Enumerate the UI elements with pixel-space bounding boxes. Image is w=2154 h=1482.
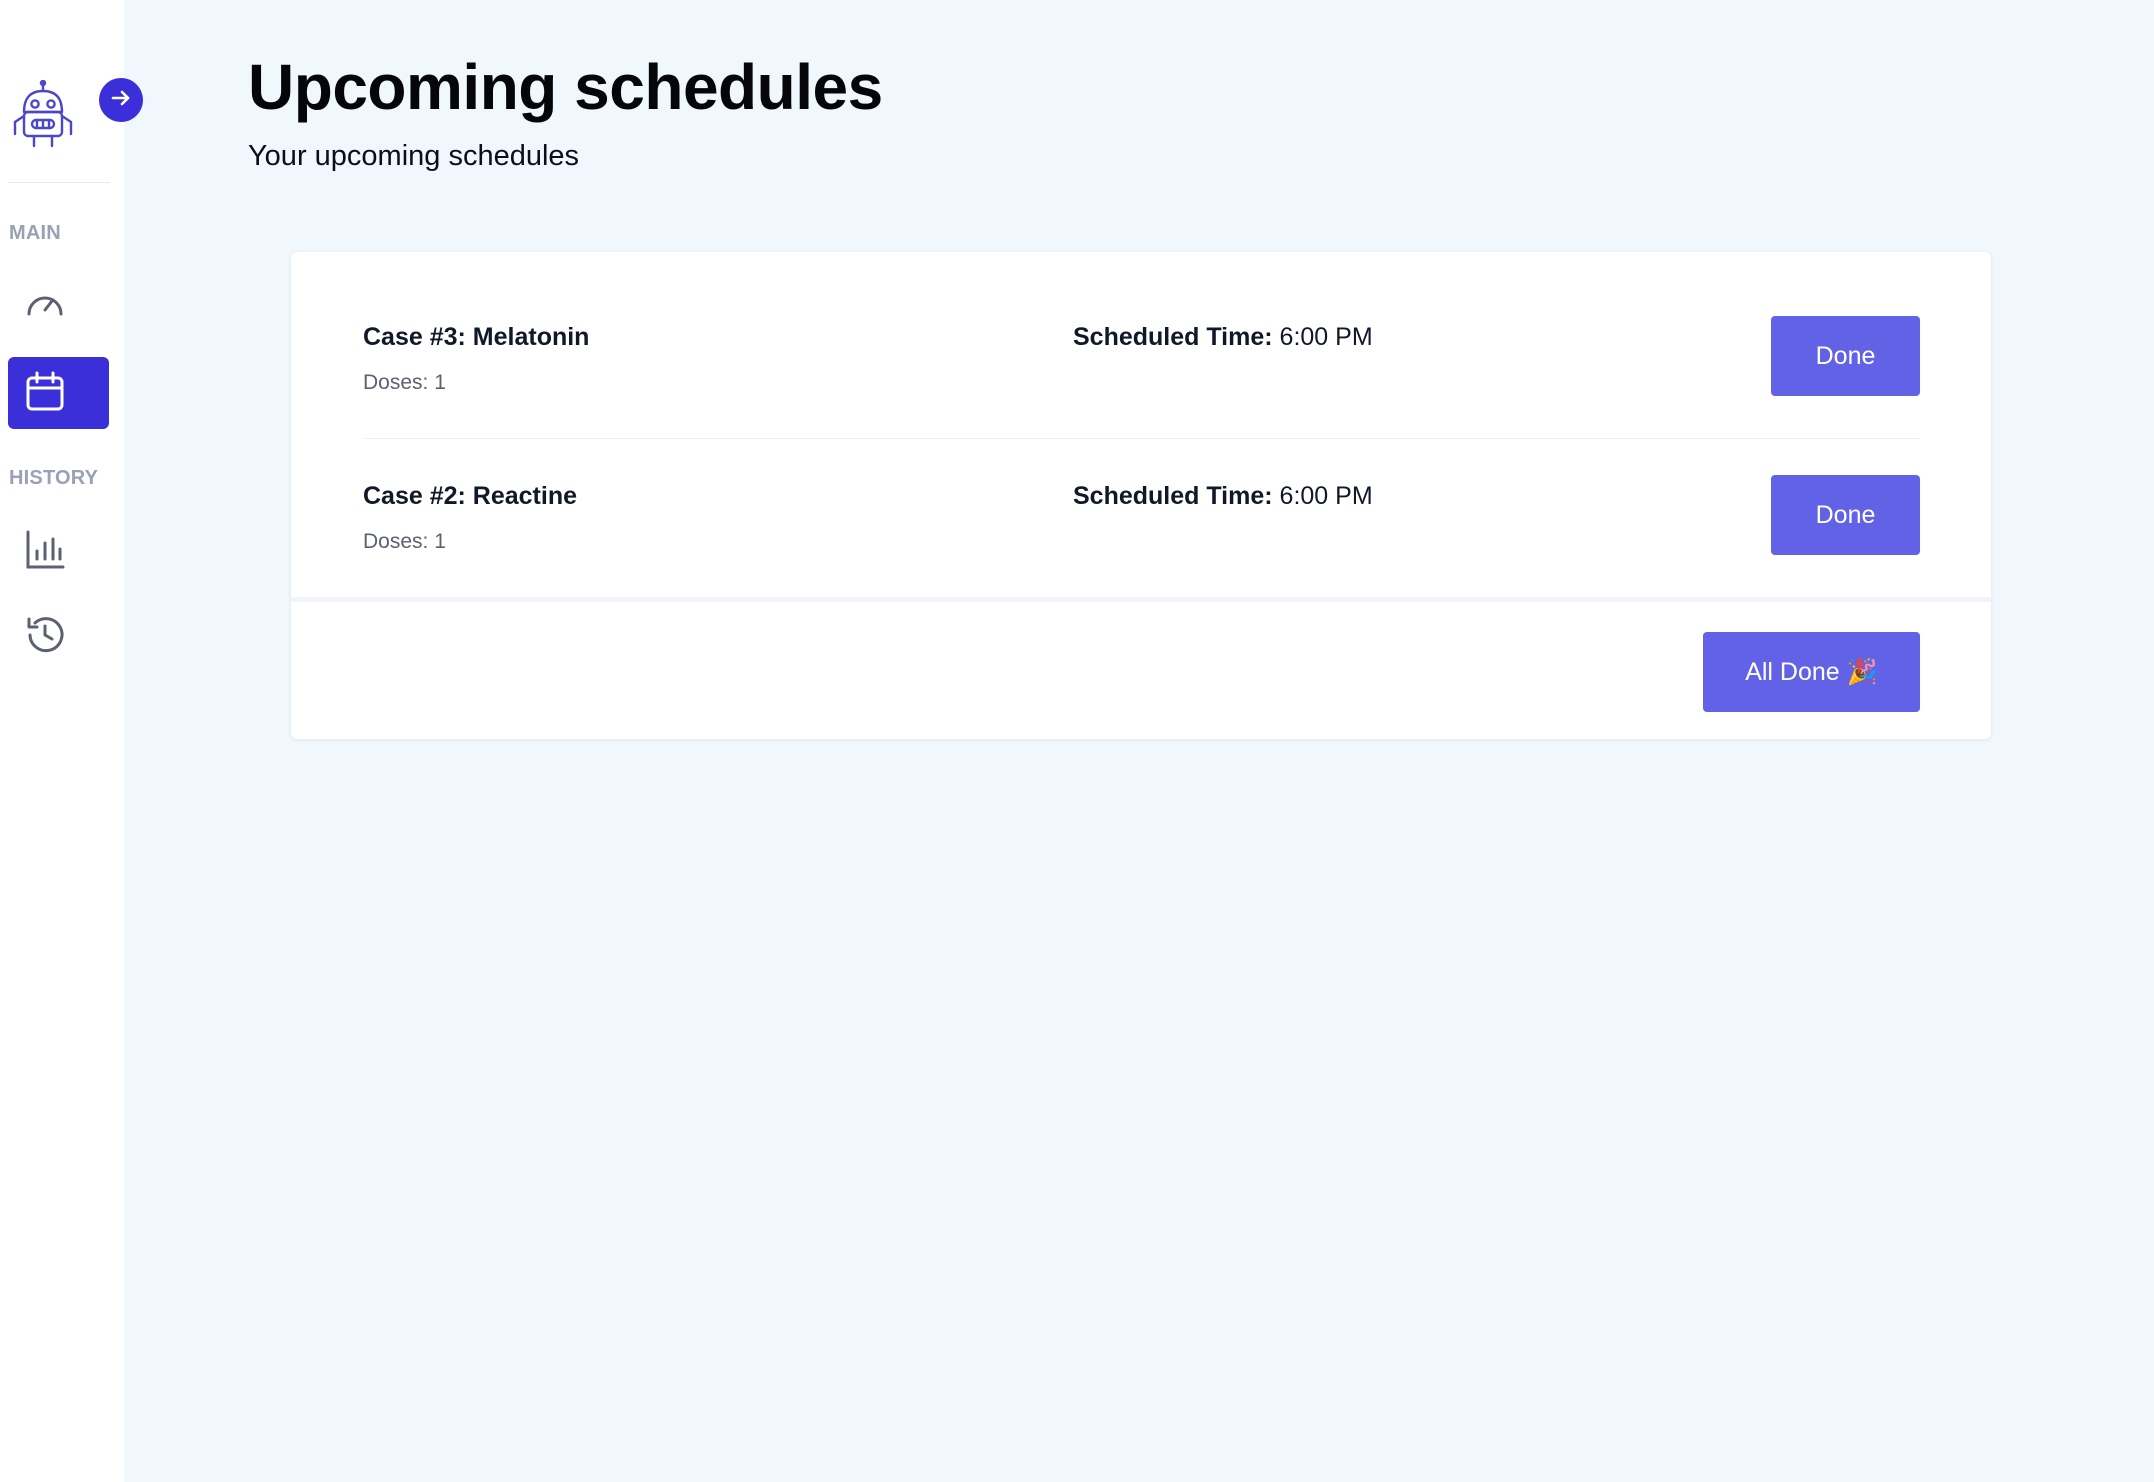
sidebar-item-history[interactable] [8, 601, 109, 673]
card-footer-divider [291, 597, 1991, 602]
schedule-row: Case #3: Melatonin Doses: 1 Scheduled Ti… [363, 252, 1920, 411]
done-button[interactable]: Done [1771, 316, 1920, 396]
schedules-card: Case #3: Melatonin Doses: 1 Scheduled Ti… [291, 252, 1991, 739]
done-button[interactable]: Done [1771, 475, 1920, 555]
scheduled-time-value: 6:00 PM [1272, 482, 1373, 510]
schedule-row: Case #2: Reactine Doses: 1 Scheduled Tim… [363, 411, 1920, 570]
page-title: Upcoming schedules [248, 51, 883, 123]
scheduled-time-label: Scheduled Time: [1073, 323, 1273, 351]
sidebar-item-schedules[interactable] [8, 357, 109, 429]
speedometer-icon [24, 283, 66, 330]
case-title: Case #3: Melatonin [363, 323, 590, 351]
case-title: Case #2: Reactine [363, 482, 578, 510]
bar-chart-icon [24, 529, 66, 576]
expand-sidebar-button[interactable] [99, 78, 143, 122]
sidebar: MAIN HISTORY [0, 0, 124, 1482]
scheduled-time-label: Scheduled Time: [1073, 482, 1273, 510]
sidebar-item-dashboard[interactable] [8, 270, 109, 342]
scheduled-time-value: 6:00 PM [1272, 323, 1373, 351]
sidebar-divider [8, 182, 110, 183]
page-subtitle: Your upcoming schedules [248, 140, 580, 172]
history-icon [24, 614, 66, 661]
section-label-history: HISTORY [9, 467, 99, 489]
all-done-button[interactable]: All Done 🎉 [1703, 632, 1920, 712]
doses-text: Doses: 1 [363, 530, 446, 553]
arrow-right-icon [109, 86, 133, 115]
calendar-icon [24, 370, 66, 417]
section-label-main: MAIN [9, 222, 61, 244]
sidebar-item-stats[interactable] [8, 516, 109, 588]
scheduled-time: Scheduled Time: 6:00 PM [1073, 482, 1373, 511]
doses-text: Doses: 1 [363, 371, 446, 394]
scheduled-time: Scheduled Time: 6:00 PM [1073, 323, 1373, 352]
robot-icon[interactable] [10, 79, 76, 150]
